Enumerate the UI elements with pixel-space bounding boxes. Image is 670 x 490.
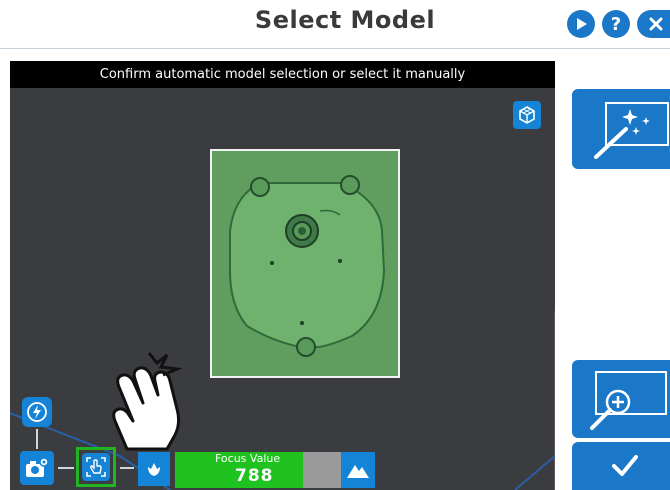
cube-icon (519, 106, 535, 124)
view-3d-button[interactable] (513, 101, 541, 129)
help-button[interactable]: ? (602, 10, 630, 38)
flash-auto-icon (27, 402, 47, 422)
landscape-mode-button[interactable] (341, 452, 375, 488)
landscape-mode-icon (347, 465, 369, 478)
camera-settings-icon (26, 457, 49, 477)
auto-select-button[interactable] (572, 89, 670, 169)
flash-auto-button[interactable] (22, 397, 52, 427)
connector-line (36, 429, 38, 449)
zoom-in-icon (590, 371, 667, 430)
manual-select-button[interactable] (76, 447, 116, 487)
close-icon (649, 17, 662, 31)
detected-part-outline (229, 175, 386, 357)
close-button[interactable] (637, 10, 670, 38)
focus-label: Focus Value (215, 452, 281, 465)
hand-pointer-icon (112, 352, 183, 451)
play-button[interactable] (567, 10, 595, 38)
focus-meter: Focus Value 788 (175, 452, 341, 488)
manual-select-inner (82, 453, 110, 481)
macro-mode-icon (148, 463, 160, 476)
magic-wand-icon (594, 102, 669, 159)
zoom-in-button[interactable] (572, 360, 670, 438)
connector-line (120, 467, 134, 469)
camera-settings-button[interactable] (20, 451, 54, 485)
confirm-button[interactable] (572, 442, 670, 490)
play-icon (577, 18, 587, 30)
instruction-banner: Confirm automatic model selection or sel… (10, 61, 555, 88)
detected-model-box[interactable] (210, 149, 400, 378)
hand-select-icon (86, 457, 106, 477)
checkmark-icon (612, 455, 638, 476)
header-divider (0, 48, 670, 49)
help-label: ? (610, 13, 622, 35)
camera-view[interactable]: Confirm automatic model selection or sel… (10, 61, 555, 490)
focus-value: 788 (235, 466, 274, 486)
macro-mode-button[interactable] (138, 452, 170, 486)
connector-line (58, 467, 74, 469)
